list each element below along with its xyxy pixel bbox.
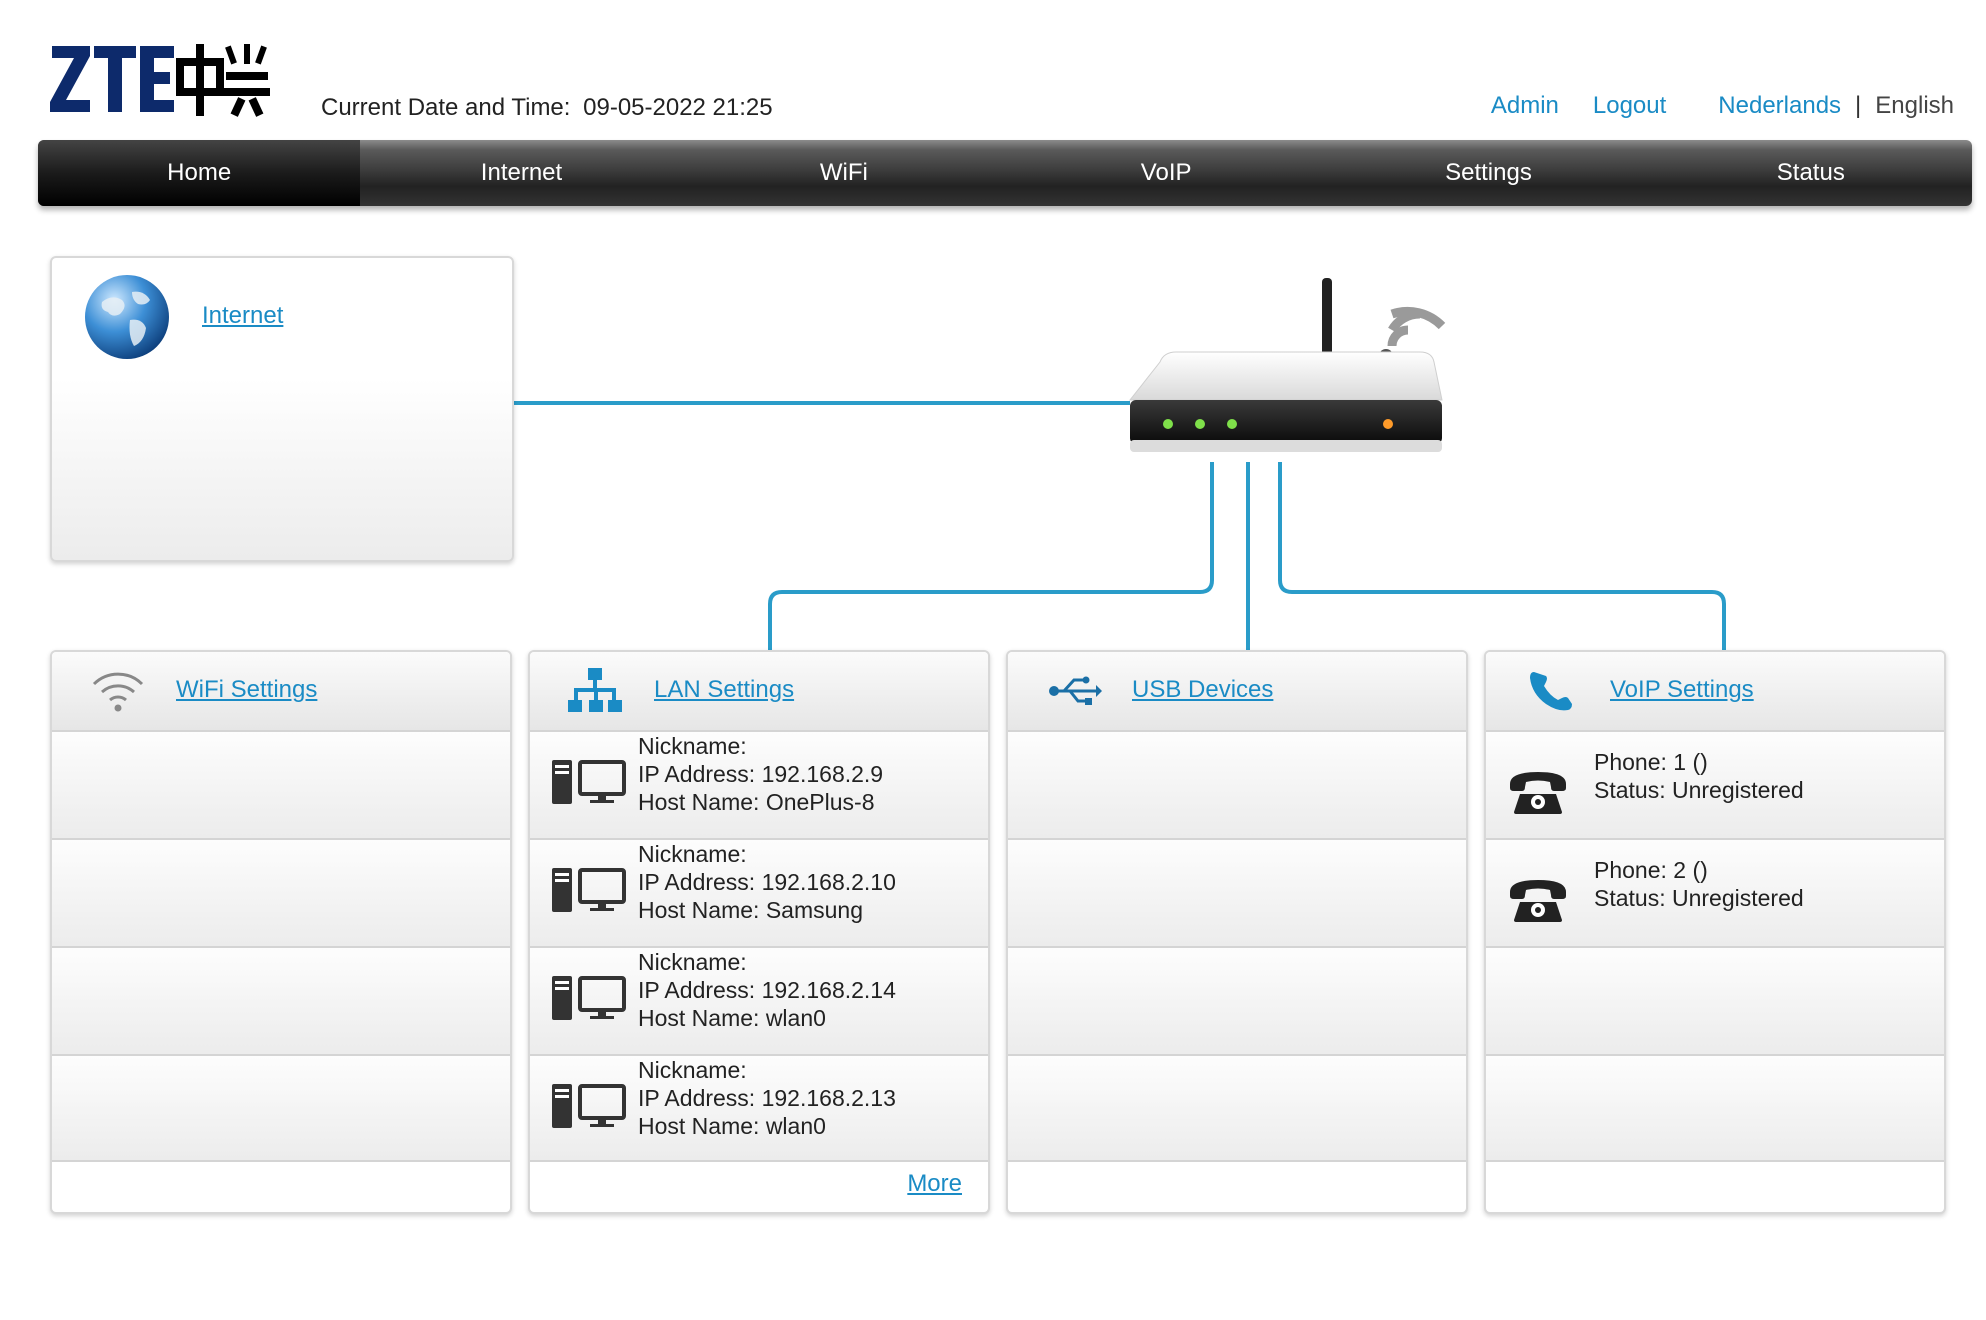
lan-device-info: Nickname: IP Address: 192.168.2.13 Host … [638,1056,896,1140]
computer-icon [552,976,626,1020]
phone-info: Phone: 2 () Status: Unregistered [1594,856,1804,912]
device-nickname: Nickname: [638,949,747,975]
lan-device-row: Nickname: IP Address: 192.168.2.10 Host … [530,840,988,948]
device-host-name: Host Name: Samsung [638,897,863,923]
nav-settings[interactable]: Settings [1327,140,1649,206]
lan-device-info: Nickname: IP Address: 192.168.2.10 Host … [638,840,896,924]
wifi-icon [92,672,144,712]
usb-panel-header: USB Devices [1008,652,1466,732]
admin-link[interactable]: Admin [1491,92,1559,120]
computer-icon [552,1084,626,1128]
wifi-row-1 [52,732,510,840]
device-host-name: Host Name: OnePlus-8 [638,789,875,815]
language-separator: | [1855,92,1862,119]
lan-device-info: Nickname: IP Address: 192.168.2.14 Host … [638,948,896,1032]
wifi-panel-footer [52,1162,510,1208]
datetime-label: Current Date and Time: [321,94,571,121]
main-nav: Home Internet WiFi VoIP Settings Status [38,140,1972,206]
lan-device-row: Nickname: IP Address: 192.168.2.14 Host … [530,948,988,1056]
language-english-current: English [1875,92,1954,119]
voip-row-4 [1486,1056,1944,1162]
logout-link[interactable]: Logout [1593,92,1666,120]
device-ip-address: IP Address: 192.168.2.14 [638,977,896,1003]
datetime-value: 09-05-2022 21:25 [583,94,773,121]
nav-wifi[interactable]: WiFi [683,140,1005,206]
phone-number: Phone: 2 () [1594,857,1708,883]
device-nickname: Nickname: [638,841,747,867]
voip-settings-panel: VoIP Settings Phone: 1 () Status: Unregi… [1484,650,1946,1214]
voip-phone-row: Phone: 1 () Status: Unregistered [1486,732,1944,840]
voip-settings-link[interactable]: VoIP Settings [1610,676,1754,704]
device-ip-address: IP Address: 192.168.2.10 [638,869,896,895]
globe-icon [85,275,169,359]
more-devices-link[interactable]: More [907,1170,962,1198]
nav-status[interactable]: Status [1650,140,1972,206]
internet-panel: Internet [50,256,514,562]
telephone-icon [1510,772,1566,814]
phone-handset-icon [1530,672,1572,711]
wifi-row-2 [52,840,510,948]
usb-devices-panel: USB Devices [1006,650,1468,1214]
lan-device-info: Nickname: IP Address: 192.168.2.9 Host N… [638,732,883,816]
usb-panel-footer [1008,1162,1466,1208]
lan-device-row: Nickname: IP Address: 192.168.2.9 Host N… [530,732,988,840]
usb-row-1 [1008,732,1466,840]
device-host-name: Host Name: wlan0 [638,1005,826,1031]
wifi-row-3 [52,948,510,1056]
device-ip-address: IP Address: 192.168.2.13 [638,1085,896,1111]
lan-panel-header: LAN Settings [530,652,988,732]
device-ip-address: IP Address: 192.168.2.9 [638,761,884,787]
device-nickname: Nickname: [638,733,747,759]
voip-panel-header: VoIP Settings [1486,652,1944,732]
lan-device-row: Nickname: IP Address: 192.168.2.13 Host … [530,1056,988,1162]
nav-internet[interactable]: Internet [360,140,682,206]
device-nickname: Nickname: [638,1057,747,1083]
computer-icon [552,760,626,804]
wifi-panel-header: WiFi Settings [52,652,510,732]
wifi-settings-link[interactable]: WiFi Settings [176,676,317,704]
phone-status: Status: Unregistered [1594,885,1804,911]
nav-home[interactable]: Home [38,140,361,206]
top-links: Admin Logout Nederlands | English [1491,92,1954,120]
usb-devices-link[interactable]: USB Devices [1132,676,1273,704]
zte-logo [50,44,270,117]
voip-phone-row: Phone: 2 () Status: Unregistered [1486,840,1944,948]
usb-row-2 [1008,840,1466,948]
usb-row-3 [1008,948,1466,1056]
telephone-icon [1510,880,1566,922]
wifi-settings-panel: WiFi Settings [50,650,512,1214]
current-datetime: Current Date and Time: 09-05-2022 21:25 [321,94,773,122]
lan-settings-link[interactable]: LAN Settings [654,676,794,704]
voip-panel-footer [1486,1162,1944,1208]
language-nederlands-link[interactable]: Nederlands [1718,92,1841,120]
nav-voip[interactable]: VoIP [1005,140,1327,206]
phone-info: Phone: 1 () Status: Unregistered [1594,748,1804,804]
voip-row-3 [1486,948,1944,1056]
network-icon [568,668,622,712]
wifi-row-4 [52,1056,510,1162]
phone-number: Phone: 1 () [1594,749,1708,775]
phone-status: Status: Unregistered [1594,777,1804,803]
computer-icon [552,868,626,912]
lan-settings-panel: LAN Settings Nickname: IP Address: 192.1… [528,650,990,1214]
router-illustration [1128,278,1446,452]
lan-panel-footer: More [530,1162,988,1208]
device-host-name: Host Name: wlan0 [638,1113,826,1139]
usb-row-4 [1008,1056,1466,1162]
internet-link[interactable]: Internet [202,302,283,330]
usb-icon [1049,676,1102,705]
